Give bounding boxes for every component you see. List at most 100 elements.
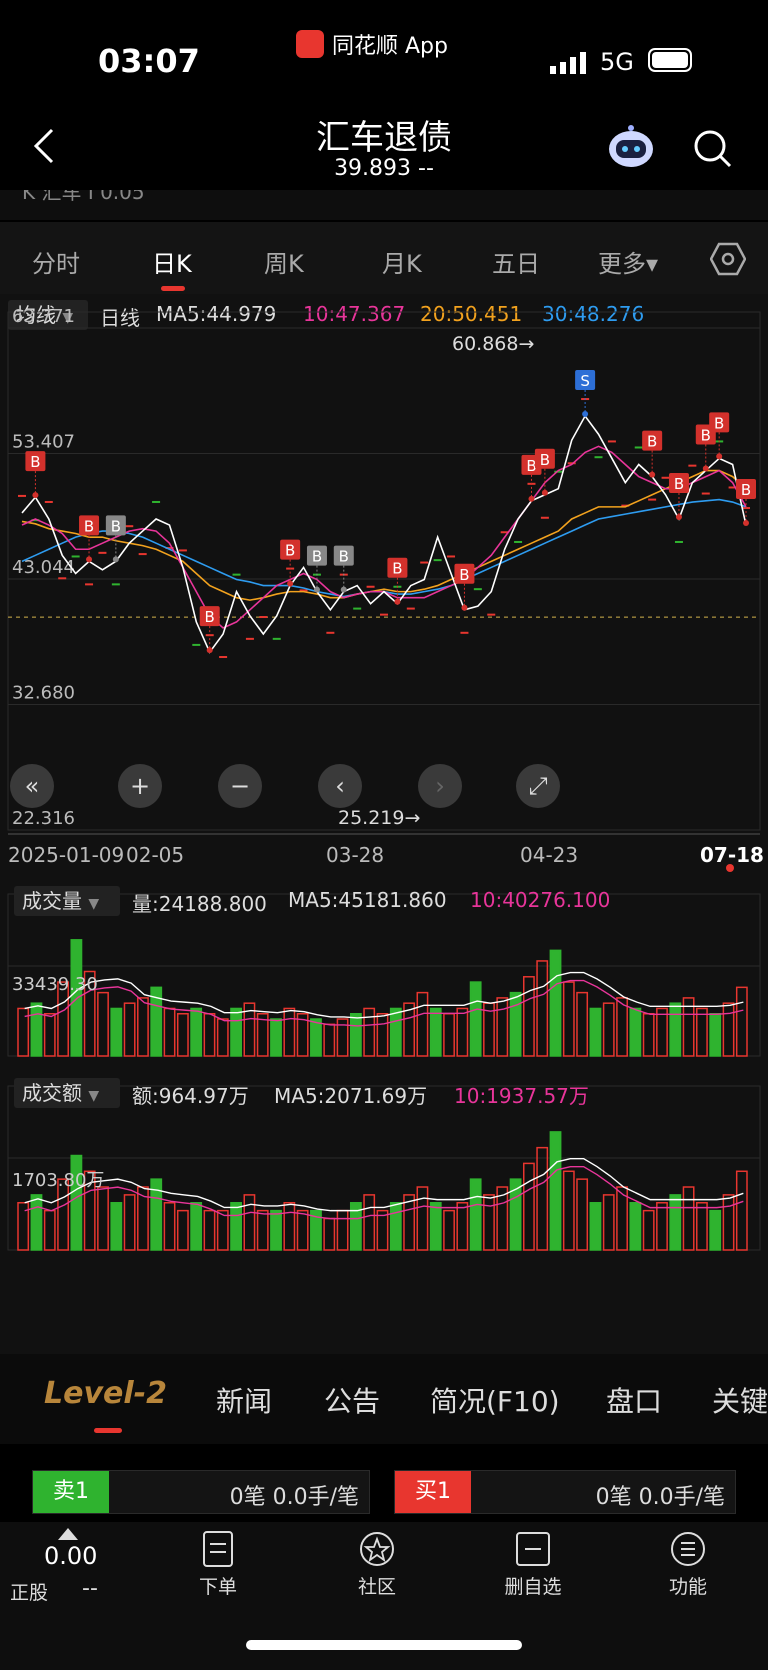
candle-mark (433, 559, 442, 562)
volume-bar (629, 1007, 642, 1057)
zoom-in-button[interactable]: + (118, 764, 162, 808)
fullscreen-button[interactable]: ⤢ (516, 764, 560, 808)
nav-place-order-label: 下单 (198, 1576, 237, 1598)
community-star-icon (360, 1532, 394, 1566)
scroll-left-button[interactable]: ‹ (318, 764, 362, 808)
tab-five-day[interactable]: 五日 (492, 244, 540, 279)
candle-mark (487, 613, 496, 616)
candle-mark (111, 583, 120, 586)
signal-marker-dot (461, 604, 468, 611)
tab-daily-k[interactable]: 日K (152, 244, 192, 279)
latest-date-dot (726, 864, 734, 872)
tab-order-book[interactable]: 盘口 (606, 1380, 662, 1420)
amount-bar (629, 1202, 642, 1251)
volume-bar (230, 1007, 243, 1057)
signal-marker-letter: B (84, 517, 94, 535)
volume-bar (722, 1002, 735, 1057)
tab-key[interactable]: 关键 (712, 1380, 768, 1420)
signal-marker-letter: B (30, 453, 40, 471)
ma30-line (21, 498, 747, 598)
buy-1-value: 0笔 0.0手/笔 (595, 1485, 725, 1510)
volume-bar (456, 1007, 469, 1057)
menu-circle-icon (671, 1532, 705, 1566)
search-icon[interactable] (692, 128, 734, 170)
nav-functions-label: 功能 (668, 1576, 707, 1598)
amount-bar (97, 1186, 109, 1251)
amount-bar (389, 1202, 402, 1251)
kline-chart[interactable]: 63.77153.40743.04432.68022.316BB BBB B BB BB… (0, 294, 768, 1354)
battery-icon (648, 48, 692, 72)
buy-1-label: 买1 (395, 1471, 471, 1513)
candle-mark (674, 540, 683, 543)
robot-assistant-icon[interactable] (606, 124, 656, 170)
candle-mark (406, 607, 415, 610)
volume-bar (642, 1012, 655, 1057)
tab-intraday[interactable]: 分时 (32, 244, 80, 279)
tab-weekly-k[interactable]: 周K (264, 244, 304, 279)
signal-marker-dot (743, 520, 749, 527)
settings-icon[interactable] (710, 242, 746, 276)
signal-marker-dot (582, 411, 589, 418)
x-tick-label: 02-05 (126, 843, 184, 867)
tab-f10-overview[interactable]: 简况(F10) (430, 1380, 560, 1420)
amount-bar (522, 1162, 535, 1251)
tab-level2[interactable]: Level-2 (44, 1376, 167, 1411)
tab-news[interactable]: 新闻 (216, 1380, 272, 1420)
chart-area: 均线 ▼ 日线 MA5:44.979 10:47.367 20:50.451 3… (0, 294, 768, 1354)
volume-bar (190, 1007, 203, 1057)
scroll-left-fast-button[interactable]: « (10, 764, 54, 808)
volume-bar (429, 1007, 442, 1057)
nav-community[interactable]: 社区 (332, 1530, 422, 1599)
amount-bar (642, 1209, 655, 1251)
signal-marker-dot (649, 471, 656, 478)
candle-mark (447, 555, 456, 558)
zoom-out-button[interactable]: − (218, 764, 262, 808)
amount-bar (656, 1202, 668, 1251)
order-document-icon (203, 1531, 233, 1567)
nav-functions[interactable]: 功能 (643, 1530, 733, 1599)
volume-indicator-select[interactable]: 成交量 ▼ (14, 886, 120, 916)
source-app-label: 同花顺 App (296, 28, 448, 60)
tab-more[interactable]: 更多▾ (598, 244, 658, 279)
y-tick-label: 63.771 (12, 306, 75, 327)
volume-bar (562, 981, 575, 1057)
volume-y-label: 33439.30 (12, 974, 98, 995)
amount-bar (589, 1202, 602, 1251)
triangle-up-icon (58, 1528, 78, 1540)
nav-place-order[interactable]: 下单 (173, 1530, 263, 1599)
amount-bar (203, 1209, 216, 1251)
volume-bar (602, 1002, 615, 1057)
scroll-right-button[interactable]: › (418, 764, 462, 808)
source-app-name: 同花顺 App (332, 34, 448, 59)
volume-bar (389, 1007, 402, 1057)
candle-mark (634, 446, 643, 449)
nav-remove-watchlist[interactable]: 删自选 (488, 1530, 578, 1599)
amount-bar (296, 1209, 309, 1251)
volume-bar (97, 991, 109, 1057)
amount-bar (669, 1194, 682, 1251)
volume-bar (163, 1007, 176, 1057)
amount-bar (110, 1202, 123, 1251)
amount-bar (735, 1170, 748, 1251)
volume-bar (270, 1018, 282, 1057)
nav-community-label: 社区 (357, 1576, 396, 1598)
amount-bar (403, 1194, 416, 1251)
candle-mark (380, 613, 388, 616)
tab-announcements[interactable]: 公告 (324, 1380, 380, 1420)
signal-marker-letter: B (741, 481, 751, 499)
tab-monthly-k[interactable]: 月K (382, 244, 422, 279)
x-tick-label: 07-18 (700, 843, 764, 867)
volume-bar (283, 1007, 296, 1057)
remove-watchlist-icon (516, 1532, 550, 1566)
amount-indicator-select[interactable]: 成交额 ▼ (14, 1078, 120, 1108)
candle-mark (648, 498, 657, 501)
network-label: 5G (600, 48, 634, 76)
volume-bar (203, 1012, 216, 1057)
signal-marker-letter: B (674, 475, 684, 493)
volume-bar (443, 1012, 455, 1057)
candle-mark (366, 585, 375, 588)
active-info-tab-indicator (94, 1428, 122, 1433)
app-icon (296, 30, 324, 58)
volume-bar (735, 986, 748, 1057)
volume-bar (416, 991, 429, 1057)
